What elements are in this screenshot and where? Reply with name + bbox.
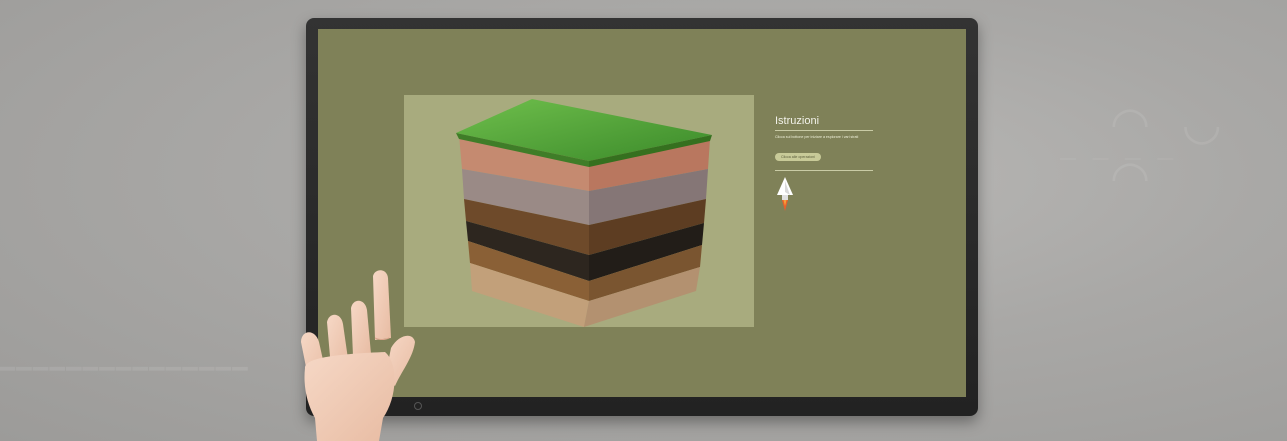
wall-decoration-text-left: ▔▔▔▔▔▔▔▔▔▔▔▔▔▔▔ [0, 369, 250, 390]
instructions-divider-top [775, 130, 873, 131]
wall-decoration-subtext-right: — — — — [1060, 150, 1180, 167]
start-operations-button[interactable]: Clicca alle operazioni [775, 153, 821, 161]
instructions-divider-bottom [775, 170, 873, 171]
instructions-text: Clicca sul bottone per iniziare a esplor… [775, 135, 859, 139]
soil-cube-illustration [456, 99, 712, 327]
instructions-panel: Istruzioni Clicca sul bottone per inizia… [775, 115, 873, 211]
rocket-icon[interactable] [776, 177, 794, 213]
instructions-title: Istruzioni [775, 115, 820, 127]
pointing-hand [301, 270, 415, 441]
soil-layers-image[interactable] [404, 95, 754, 327]
